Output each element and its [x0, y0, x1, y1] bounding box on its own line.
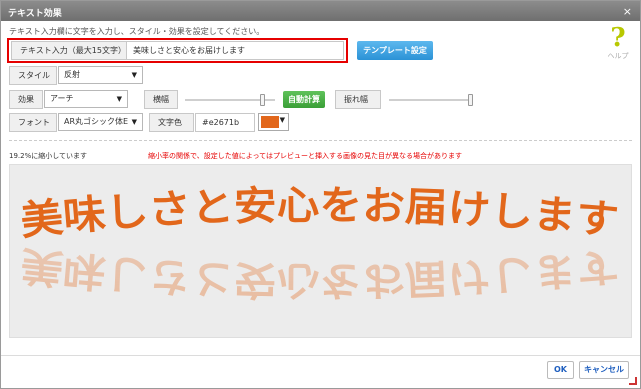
color-picker-button[interactable]: ▼ — [258, 113, 289, 131]
auto-calculate-button[interactable]: 自動計算 — [283, 91, 325, 108]
preview-area: 美味しさと安心をお届けします 美味しさと安心をお届けします — [9, 164, 632, 338]
font-select-value: AR丸ゴシック体E — [64, 117, 129, 126]
help-icon: ? — [610, 23, 626, 53]
ok-button[interactable]: OK — [547, 361, 574, 379]
amplitude-slider-handle[interactable] — [468, 94, 473, 106]
help-label: ヘルプ — [607, 52, 629, 60]
highlight-frame — [7, 38, 348, 63]
font-select[interactable]: AR丸ゴシック体E ▼ — [58, 113, 143, 131]
effect-select[interactable]: アーチ ▼ — [44, 90, 128, 108]
chevron-down-icon: ▼ — [131, 71, 137, 79]
divider — [9, 140, 632, 141]
effect-select-value: アーチ — [50, 94, 74, 103]
width-label: 横幅 — [144, 90, 178, 109]
preview-canvas: 美味しさと安心をお届けします 美味しさと安心をお届けします — [18, 183, 620, 303]
amplitude-label: 振れ幅 — [335, 90, 381, 109]
font-label: フォント — [9, 113, 57, 132]
scale-note: 19.2%に縮小しています — [9, 152, 88, 160]
footer-divider — [1, 355, 640, 356]
text-color-input[interactable]: #e2671b — [195, 113, 255, 132]
chevron-down-icon: ▼ — [131, 118, 137, 126]
width-slider-handle[interactable] — [259, 94, 265, 106]
dialog-title: テキスト効果 — [8, 9, 62, 19]
style-select[interactable]: 反射 ▼ — [58, 66, 143, 84]
svg-text:美味しさと安心をお届けします: 美味しさと安心をお届けします — [18, 241, 620, 303]
instruction-text: テキスト入力欄に文字を入力し、スタイル・効果を設定してください。 — [9, 27, 265, 36]
preview-warning: 縮小率の関係で、設定した値によってはプレビューと挿入する画像の見た目が異なる場合… — [148, 152, 463, 160]
chevron-down-icon: ▼ — [116, 95, 122, 103]
close-icon[interactable]: × — [623, 5, 632, 18]
effect-label: 効果 — [9, 90, 43, 109]
preview-reflection: 美味しさと安心をお届けします — [18, 241, 620, 303]
template-settings-button[interactable]: テンプレート設定 — [357, 41, 433, 60]
preview-text: 美味しさと安心をお届けします — [18, 183, 620, 245]
amplitude-slider-track — [389, 99, 473, 101]
color-swatch — [261, 116, 279, 128]
style-select-value: 反射 — [64, 70, 80, 79]
titlebar: テキスト効果 × — [1, 1, 640, 21]
cancel-button[interactable]: キャンセル — [579, 361, 629, 379]
resize-grip-icon[interactable] — [629, 377, 637, 385]
help-button[interactable]: ? ヘルプ — [605, 25, 631, 65]
text-color-label: 文字色 — [149, 113, 194, 132]
text-effect-dialog: テキスト効果 × テキスト入力欄に文字を入力し、スタイル・効果を設定してください… — [0, 0, 641, 389]
chevron-down-icon: ▼ — [279, 116, 285, 124]
style-label: スタイル — [9, 66, 57, 85]
